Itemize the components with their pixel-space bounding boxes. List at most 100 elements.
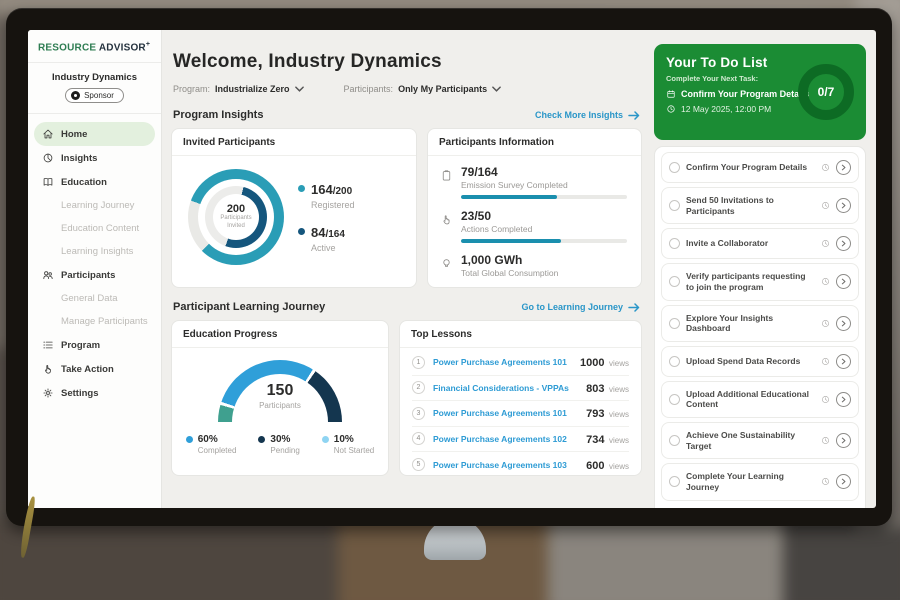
task-open-button[interactable]	[836, 236, 851, 251]
chevron-right-icon	[840, 202, 847, 209]
sidebar-item-program[interactable]: Program	[34, 333, 155, 357]
task-open-button[interactable]	[836, 354, 851, 369]
participants-filter[interactable]: Participants: Only My Participants	[344, 84, 502, 94]
sidebar-item-take-action[interactable]: Take Action	[34, 357, 155, 381]
collapse-tasks-link[interactable]: Collapse Tasks	[661, 505, 859, 509]
task-open-button[interactable]	[836, 316, 851, 331]
task-upload-spend-data[interactable]: Upload Spend Data Records	[661, 346, 859, 377]
task-upload-educational-content[interactable]: Upload Additional Educational Content	[661, 381, 859, 418]
card-title: Participants Information	[428, 129, 641, 156]
chevron-right-icon	[840, 396, 847, 403]
lesson-link[interactable]: Power Purchase Agreements 102	[433, 434, 578, 444]
lesson-rank-badge: 1	[412, 356, 425, 369]
sidebar-item-home[interactable]: Home	[34, 122, 155, 146]
legend-not-started: 10%Not Started	[322, 434, 374, 455]
filter-value: Industrialize Zero	[215, 84, 290, 94]
legend-completed: 60%Completed	[186, 434, 237, 455]
stat-value: 23/50	[461, 209, 627, 223]
donut-center-label: Participants Invited	[216, 215, 256, 231]
logo-secondary: ADVISOR	[99, 42, 146, 53]
task-open-button[interactable]	[836, 474, 851, 489]
action-hand-icon	[440, 213, 453, 226]
todo-tasks-card: Confirm Your Program Details Send 50 Inv…	[654, 146, 866, 508]
lesson-rank-badge: 4	[412, 432, 425, 445]
lesson-link[interactable]: Power Purchase Agreements 101	[433, 357, 572, 367]
go-to-learning-journey-link[interactable]: Go to Learning Journey	[521, 302, 640, 312]
task-open-button[interactable]	[836, 198, 851, 213]
task-confirm-program-details[interactable]: Confirm Your Program Details	[661, 152, 859, 183]
legend-active: 84/164 Active	[298, 224, 355, 253]
sidebar-item-label: Insights	[61, 153, 97, 164]
sidebar-item-learning-journey[interactable]: Learning Journey	[34, 194, 155, 217]
task-open-button[interactable]	[836, 160, 851, 175]
sidebar-item-insights[interactable]: Insights	[34, 146, 155, 170]
task-checkbox[interactable]	[669, 394, 680, 405]
filter-value: Only My Participants	[398, 84, 487, 94]
sidebar-item-participants[interactable]: Participants	[34, 263, 155, 287]
sidebar-item-education[interactable]: Education	[34, 170, 155, 194]
task-achieve-sustainability-target[interactable]: Achieve One Sustainability Target	[661, 422, 859, 459]
card-title: Education Progress	[172, 321, 388, 348]
invited-participants-donut-chart: 200 Participants Invited	[188, 169, 284, 265]
task-send-invitations[interactable]: Send 50 Invitations to Participants	[661, 187, 859, 224]
sponsor-badge-label: Sponsor	[84, 91, 114, 100]
legend-dot	[258, 436, 265, 443]
task-open-button[interactable]	[836, 392, 851, 407]
task-explore-insights[interactable]: Explore Your Insights Dashboard	[661, 305, 859, 342]
sidebar-item-label: Program	[61, 340, 100, 351]
sidebar: RESOURCE ADVISOR+ Industry Dynamics Spon…	[28, 30, 162, 508]
sidebar-item-manage-participants[interactable]: Manage Participants	[34, 310, 155, 333]
task-complete-learning-journey[interactable]: Complete Your Learning Journey	[661, 463, 859, 500]
sidebar-item-settings[interactable]: Settings	[34, 381, 155, 405]
education-progress-gauge-chart: 150 Participants	[218, 360, 342, 422]
task-open-button[interactable]	[836, 433, 851, 448]
task-checkbox[interactable]	[669, 435, 680, 446]
task-checkbox[interactable]	[669, 476, 680, 487]
org-name: Industry Dynamics	[34, 72, 155, 83]
lesson-rank-badge: 5	[412, 458, 425, 471]
task-checkbox[interactable]	[669, 276, 680, 287]
dashboard-screen: RESOURCE ADVISOR+ Industry Dynamics Spon…	[28, 30, 876, 508]
card-title: Top Lessons	[400, 321, 641, 348]
donut-center-value: 200	[227, 203, 245, 215]
sidebar-item-education-content[interactable]: Education Content	[34, 217, 155, 240]
lesson-link[interactable]: Financial Considerations - VPPAs	[433, 383, 578, 393]
program-filter[interactable]: Program: Industrialize Zero	[173, 84, 304, 94]
sidebar-subitem-label: Learning Journey	[61, 200, 134, 211]
sidebar-item-label: Participants	[61, 270, 115, 281]
lesson-views: 803 views	[586, 379, 629, 397]
filter-label: Participants:	[344, 84, 394, 94]
lesson-link[interactable]: Power Purchase Agreements 103	[433, 460, 578, 470]
link-label: Go to Learning Journey	[521, 302, 623, 312]
clock-icon	[821, 395, 830, 404]
sponsor-badge[interactable]: Sponsor	[65, 88, 124, 103]
sidebar-item-learning-insights[interactable]: Learning Insights	[34, 240, 155, 263]
profile-block: Industry Dynamics Sponsor	[28, 63, 161, 114]
sidebar-subitem-label: Manage Participants	[61, 316, 148, 327]
lesson-row: 2 Financial Considerations - VPPAs 803 v…	[412, 376, 629, 402]
stat-label: Total Global Consumption	[461, 268, 627, 278]
lesson-rank-badge: 2	[412, 381, 425, 394]
task-checkbox[interactable]	[669, 318, 680, 329]
app-logo: RESOURCE ADVISOR+	[28, 30, 161, 63]
task-checkbox[interactable]	[669, 200, 680, 211]
sidebar-item-general-data[interactable]: General Data	[34, 287, 155, 310]
task-open-button[interactable]	[836, 274, 851, 289]
legend-dot	[186, 436, 193, 443]
page-title: Welcome, Industry Dynamics	[173, 51, 642, 73]
todo-column: Your To Do List Complete Your Next Task:…	[654, 44, 866, 508]
task-invite-collaborator[interactable]: Invite a Collaborator	[661, 228, 859, 259]
task-verify-participants[interactable]: Verify participants requesting to join t…	[661, 263, 859, 300]
task-checkbox[interactable]	[669, 356, 680, 367]
progress-bar	[461, 239, 627, 243]
task-checkbox[interactable]	[669, 162, 680, 173]
emission-survey-stat: 79/164 Emission Survey Completed	[440, 165, 627, 199]
sidebar-subitem-label: Education Content	[61, 223, 139, 234]
task-checkbox[interactable]	[669, 238, 680, 249]
lesson-views: 600 views	[586, 456, 629, 474]
monitor-bezel: RESOURCE ADVISOR+ Industry Dynamics Spon…	[6, 8, 892, 526]
lesson-link[interactable]: Power Purchase Agreements 101	[433, 408, 578, 418]
check-more-insights-link[interactable]: Check More Insights	[535, 110, 640, 120]
sidebar-item-label: Take Action	[61, 364, 114, 375]
filter-label: Program:	[173, 84, 210, 94]
